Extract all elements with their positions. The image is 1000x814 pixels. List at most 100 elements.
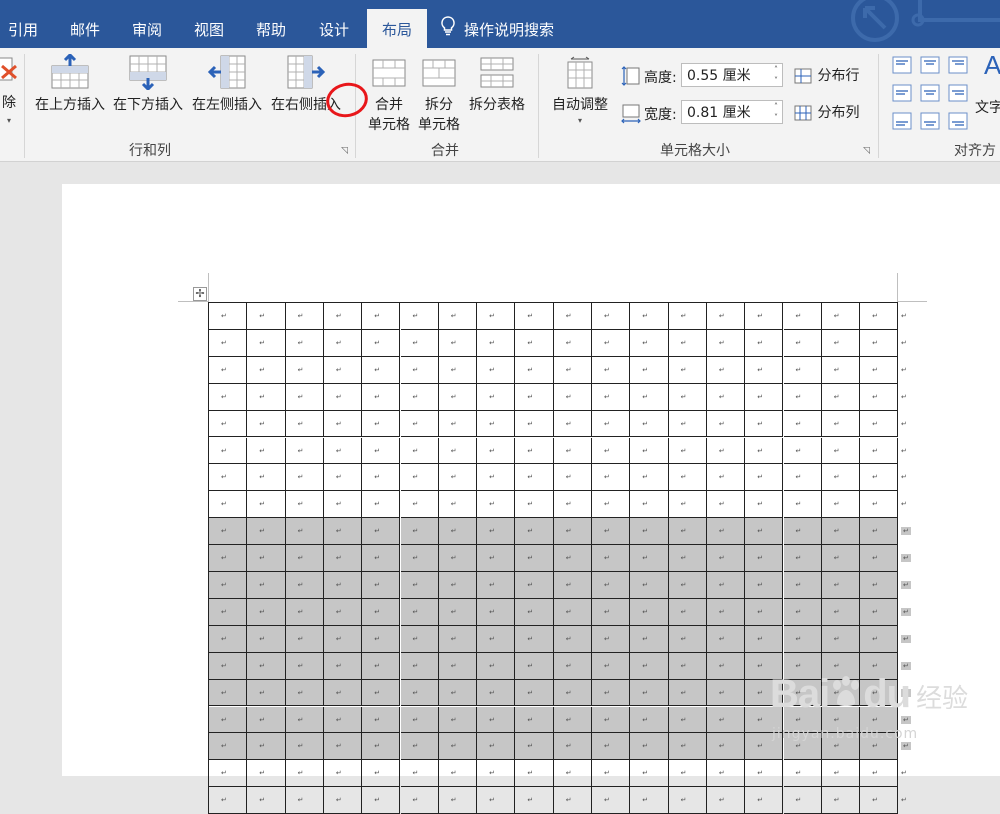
spinner-arrows-icon[interactable]: ˄ ˅ — [774, 101, 778, 123]
table-cell[interactable]: ↵ — [323, 518, 363, 546]
table-cell[interactable]: ↵ — [630, 787, 669, 814]
table-cell[interactable]: ↵ — [668, 706, 707, 734]
table-cell[interactable]: ↵ — [668, 733, 707, 761]
table-cell[interactable]: ↵ — [362, 303, 401, 330]
table-cell[interactable]: ↵ — [783, 625, 822, 653]
table-cell[interactable]: ↵ — [247, 464, 286, 492]
table-cell[interactable]: ↵ — [630, 329, 669, 357]
table-cell[interactable]: ↵ — [821, 625, 861, 653]
table-cell[interactable]: ↵ — [592, 545, 631, 572]
table-cell[interactable]: ↵ — [247, 356, 286, 384]
table-cell[interactable]: ↵ — [706, 652, 746, 680]
table-cell[interactable]: ↵ — [323, 464, 363, 492]
table-cell[interactable]: ↵ — [247, 706, 286, 734]
delete-button[interactable]: 除 ▾ — [0, 54, 18, 125]
table-cell[interactable]: ↵ — [438, 518, 478, 546]
table-cell[interactable]: ↵ — [247, 491, 286, 519]
table-cell[interactable]: ↵ — [860, 356, 899, 384]
table-cell[interactable]: ↵ — [630, 625, 669, 653]
table-cell[interactable]: ↵ — [630, 303, 669, 330]
table-cell[interactable]: ↵ — [821, 518, 861, 546]
table-cell[interactable]: ↵ — [247, 652, 286, 680]
table-cell[interactable]: ↵ — [438, 706, 478, 734]
table-cell[interactable]: ↵ — [553, 464, 592, 492]
table-cell[interactable]: ↵ — [860, 572, 899, 599]
table-cell[interactable]: ↵ — [515, 706, 554, 734]
table-cell[interactable]: ↵ — [706, 760, 746, 788]
table-cell[interactable]: ↵ — [515, 679, 554, 707]
table-cell[interactable]: ↵ — [783, 518, 822, 546]
table-cell[interactable]: ↵ — [209, 545, 248, 572]
table-cell[interactable]: ↵ — [745, 572, 784, 599]
table-cell[interactable]: ↵ — [592, 625, 631, 653]
table-cell[interactable]: ↵ — [706, 787, 746, 814]
table-cell[interactable]: ↵ — [553, 706, 592, 734]
table-cell[interactable]: ↵ — [668, 410, 707, 438]
table-cell[interactable]: ↵ — [438, 625, 478, 653]
tab-help[interactable]: 帮助 — [242, 0, 300, 48]
table-cell[interactable]: ↵ — [860, 303, 899, 330]
table-cell[interactable]: ↵ — [515, 356, 554, 384]
table-cell[interactable]: ↵ — [821, 787, 861, 814]
table-cell[interactable]: ↵ — [209, 679, 248, 707]
table-cell[interactable]: ↵ — [400, 329, 439, 357]
table-cell[interactable]: ↵ — [553, 787, 592, 814]
text-direction-label[interactable]: 文字 — [975, 97, 1000, 117]
table-cell[interactable]: ↵ — [400, 545, 439, 572]
tell-me-search[interactable]: 操作说明搜索 — [440, 0, 554, 48]
table-cell[interactable]: ↵ — [553, 679, 592, 707]
table-cell[interactable]: ↵ — [706, 518, 746, 546]
table-cell[interactable]: ↵ — [209, 760, 248, 788]
cell-alignment-grid-icon[interactable] — [892, 56, 972, 132]
table-cell[interactable]: ↵ — [209, 303, 248, 330]
table-cell[interactable]: ↵ — [553, 383, 592, 411]
table-cell[interactable]: ↵ — [323, 706, 363, 734]
table-cell[interactable]: ↵ — [477, 303, 516, 330]
table-cell[interactable]: ↵ — [592, 733, 631, 761]
table-cell[interactable]: ↵ — [668, 598, 707, 626]
table-cell[interactable]: ↵ — [247, 329, 286, 357]
table-cell[interactable]: ↵ — [745, 329, 784, 357]
table-cell[interactable]: ↵ — [515, 545, 554, 572]
table-cell[interactable]: ↵ — [438, 410, 478, 438]
table-cell[interactable]: ↵ — [515, 625, 554, 653]
table-cell[interactable]: ↵ — [285, 464, 324, 492]
table-cell[interactable]: ↵ — [706, 679, 746, 707]
table-cell[interactable]: ↵ — [477, 329, 516, 357]
table-cell[interactable]: ↵ — [745, 518, 784, 546]
table-cell[interactable]: ↵ — [285, 787, 324, 814]
table-cell[interactable]: ↵ — [362, 572, 401, 599]
table-cell[interactable]: ↵ — [209, 410, 248, 438]
table-cell[interactable]: ↵ — [477, 572, 516, 599]
table-cell[interactable]: ↵ — [592, 303, 631, 330]
distribute-columns-button[interactable]: 分布列 — [793, 102, 859, 122]
table-cell[interactable]: ↵ — [400, 760, 439, 788]
table-cell[interactable]: ↵ — [515, 572, 554, 599]
table-cell[interactable]: ↵ — [477, 356, 516, 384]
table-cell[interactable]: ↵ — [592, 518, 631, 546]
table-cell[interactable]: ↵ — [209, 437, 248, 465]
tab-mailings[interactable]: 邮件 — [56, 0, 114, 48]
table-cell[interactable]: ↵ — [745, 410, 784, 438]
table-cell[interactable]: ↵ — [400, 706, 439, 734]
table-cell[interactable]: ↵ — [247, 518, 286, 546]
table-cell[interactable]: ↵ — [438, 760, 478, 788]
table-cell[interactable]: ↵ — [592, 437, 631, 465]
table-cell[interactable]: ↵ — [438, 679, 478, 707]
table-cell[interactable]: ↵ — [630, 464, 669, 492]
tab-design[interactable]: 设计 — [305, 0, 363, 48]
table-cell[interactable]: ↵ — [592, 356, 631, 384]
table-cell[interactable]: ↵ — [209, 464, 248, 492]
table-cell[interactable]: ↵ — [438, 464, 478, 492]
table-cell[interactable]: ↵ — [285, 572, 324, 599]
table-cell[interactable]: ↵ — [362, 464, 401, 492]
table-cell[interactable]: ↵ — [745, 625, 784, 653]
table-cell[interactable]: ↵ — [477, 652, 516, 680]
table-cell[interactable]: ↵ — [860, 437, 899, 465]
table-cell[interactable]: ↵ — [285, 733, 324, 761]
table-cell[interactable]: ↵ — [668, 383, 707, 411]
table-cell[interactable]: ↵ — [821, 356, 861, 384]
table-cell[interactable]: ↵ — [400, 625, 439, 653]
table-cell[interactable]: ↵ — [285, 491, 324, 519]
table-cell[interactable]: ↵ — [247, 733, 286, 761]
